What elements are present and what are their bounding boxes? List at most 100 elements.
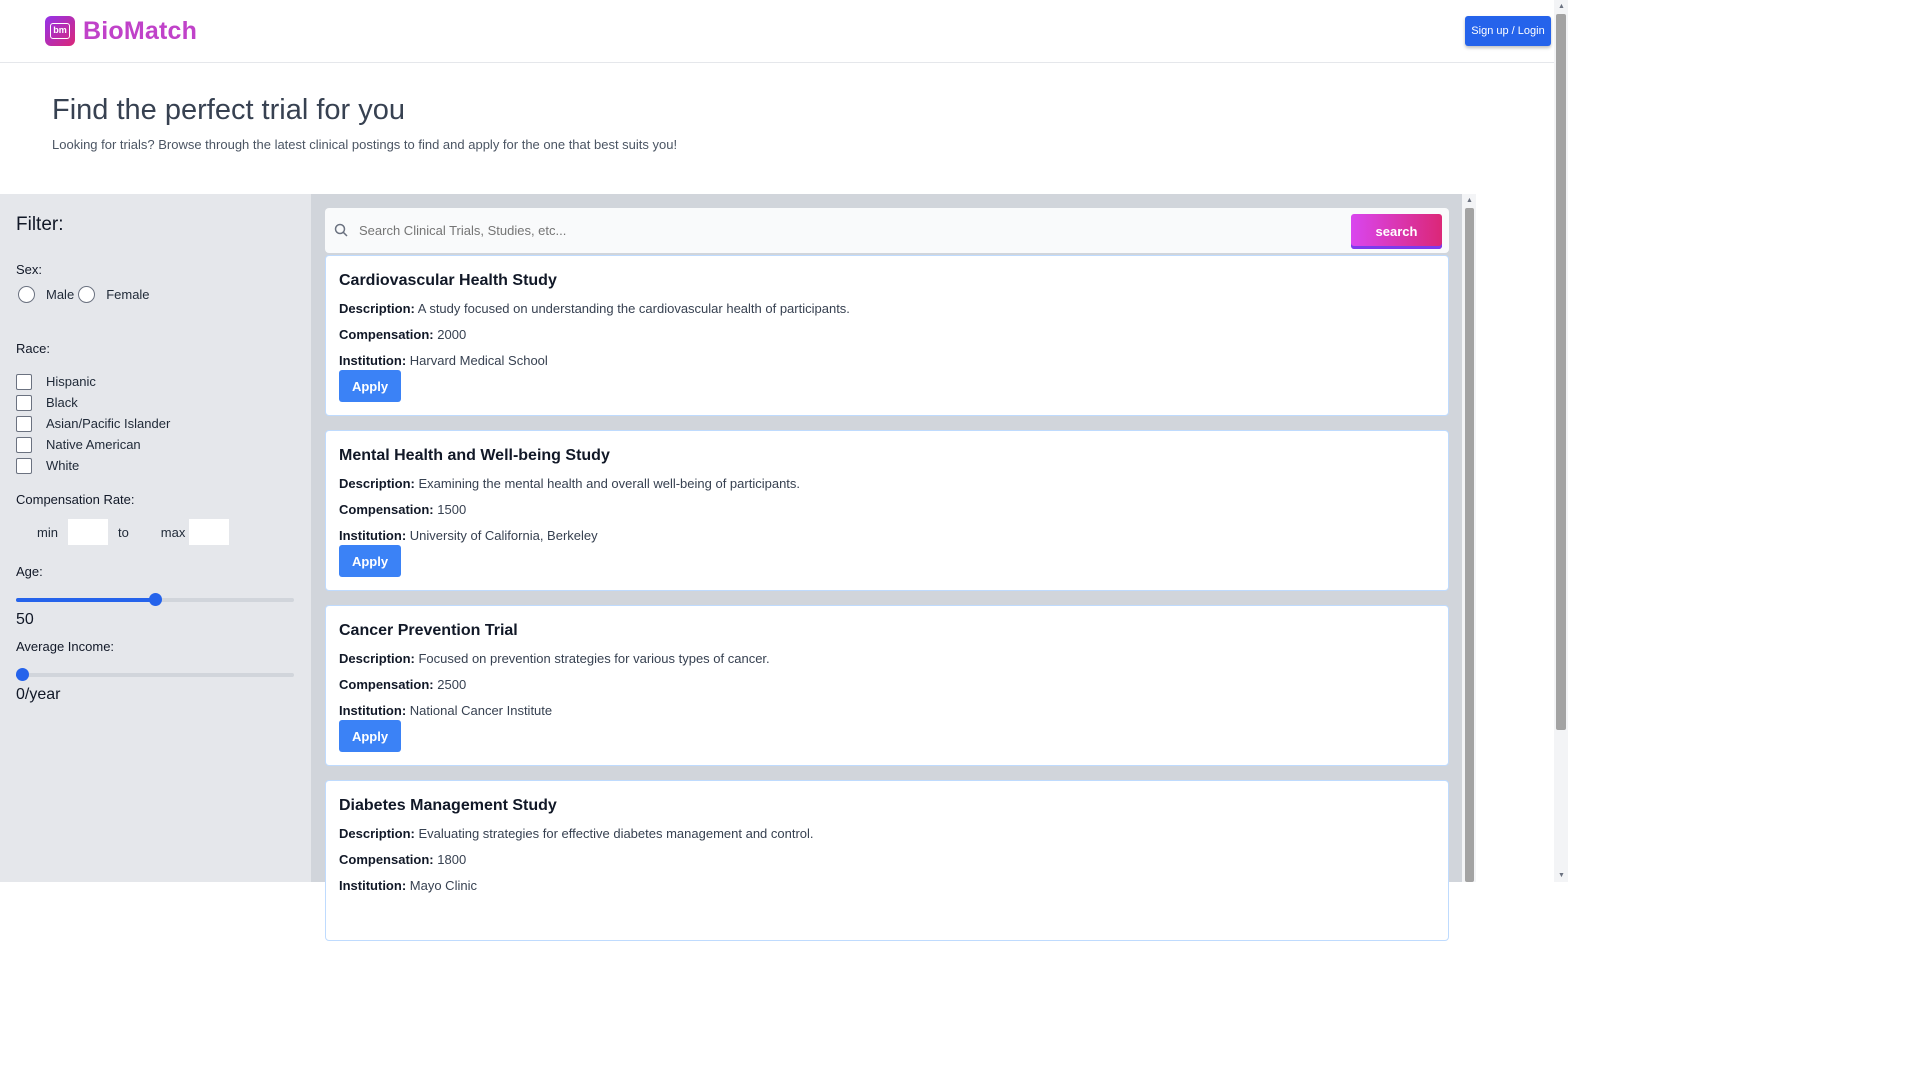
logo-icon: bm — [45, 16, 75, 46]
age-slider-thumb[interactable] — [149, 593, 162, 606]
trial-compensation: Compensation: 2500 — [339, 677, 466, 692]
race-option-white[interactable]: White — [16, 455, 170, 476]
age-slider-fill — [16, 598, 155, 602]
institution-value: Harvard Medical School — [409, 353, 548, 368]
apply-button[interactable]: Apply — [339, 545, 401, 577]
age-value: 50 — [16, 611, 34, 628]
search-bar: search — [325, 208, 1449, 253]
trial-compensation: Compensation: 2000 — [339, 327, 466, 342]
scroll-down-arrow-icon[interactable]: ▼ — [1558, 872, 1565, 879]
search-input[interactable] — [357, 208, 1337, 253]
compensation-label: Compensation: — [339, 327, 434, 342]
trial-description: Description: Evaluating strategies for e… — [339, 826, 814, 841]
trial-description: Description: A study focused on understa… — [339, 301, 850, 316]
apply-button[interactable]: Apply — [339, 720, 401, 752]
race-option-label: Native American — [46, 437, 141, 452]
logo-badge-text: bm — [50, 23, 70, 39]
institution-label: Institution: — [339, 703, 407, 718]
trial-list-panel: search Cardiovascular Health Study Descr… — [311, 194, 1462, 941]
list-scrollbar[interactable]: ▲ — [1462, 194, 1476, 882]
page-scrollbar[interactable]: ▲ ▼ — [1554, 0, 1568, 882]
female-radio[interactable] — [78, 286, 96, 303]
trial-title: Cardiovascular Health Study — [339, 272, 557, 289]
description-label: Description: — [339, 301, 415, 316]
institution-value: National Cancer Institute — [409, 703, 553, 718]
trial-description: Description: Examining the mental health… — [339, 476, 800, 491]
comp-min-input[interactable] — [67, 519, 108, 545]
institution-value: Mayo Clinic — [409, 878, 477, 893]
trial-card: Cardiovascular Health Study Description:… — [325, 255, 1449, 416]
trial-title: Diabetes Management Study — [339, 797, 557, 814]
race-option-label: Asian/Pacific Islander — [46, 416, 171, 431]
income-slider-thumb[interactable] — [16, 668, 29, 681]
trial-card: Mental Health and Well-being Study Descr… — [325, 430, 1449, 591]
race-option-asian-pacific-islander[interactable]: Asian/Pacific Islander — [16, 413, 170, 434]
male-radio[interactable] — [18, 286, 35, 303]
trial-institution: Institution: Harvard Medical School — [339, 353, 548, 368]
compensation-value: 1500 — [437, 502, 467, 517]
filter-sidebar: Filter: Sex: Male Female Race: Hispanic … — [0, 194, 311, 882]
trial-card: Cancer Prevention Trial Description: Foc… — [325, 605, 1449, 766]
race-option-native-american[interactable]: Native American — [16, 434, 170, 455]
race-checkbox[interactable] — [16, 415, 32, 432]
scroll-up-arrow-icon[interactable]: ▲ — [1558, 3, 1565, 10]
trial-institution: Institution: National Cancer Institute — [339, 703, 552, 718]
compensation-rate-label: Compensation Rate: — [16, 492, 135, 507]
description-label: Description: — [339, 651, 415, 666]
brand-name: BioMatch — [83, 16, 198, 45]
age-label: Age: — [16, 564, 43, 579]
income-value: 0/year — [16, 686, 61, 703]
description-label: Description: — [339, 826, 415, 841]
trial-institution: Institution: Mayo Clinic — [339, 878, 477, 893]
age-slider[interactable] — [16, 593, 294, 606]
compensation-value: 1800 — [437, 852, 467, 867]
description-value: Focused on prevention strategies for var… — [418, 651, 770, 666]
page-title: Find the perfect trial for you — [52, 94, 405, 126]
comp-max-input[interactable] — [189, 519, 230, 545]
sex-label: Sex: — [16, 262, 43, 277]
trial-compensation: Compensation: 1500 — [339, 502, 466, 517]
race-checkbox[interactable] — [16, 394, 32, 411]
filter-title: Filter: — [16, 214, 64, 235]
compensation-label: Compensation: — [339, 677, 434, 692]
scroll-up-arrow-icon[interactable]: ▲ — [1466, 197, 1473, 204]
male-radio-label: Male — [46, 287, 75, 302]
compensation-label: Compensation: — [339, 502, 434, 517]
list-scrollbar-thumb[interactable] — [1465, 208, 1474, 882]
institution-label: Institution: — [339, 878, 407, 893]
description-value: Evaluating strategies for effective diab… — [418, 826, 814, 841]
page-subtitle: Looking for trials? Browse through the l… — [52, 137, 678, 152]
average-income-label: Average Income: — [16, 639, 115, 654]
trial-compensation: Compensation: 1800 — [339, 852, 466, 867]
institution-label: Institution: — [339, 528, 407, 543]
description-value: A study focused on understanding the car… — [417, 301, 850, 316]
description-value: Examining the mental health and overall … — [418, 476, 801, 491]
race-checkbox[interactable] — [16, 436, 32, 453]
compensation-value: 2000 — [437, 327, 467, 342]
race-checkbox[interactable] — [16, 457, 32, 474]
race-option-label: Hispanic — [46, 374, 96, 389]
page-scrollbar-thumb[interactable] — [1556, 14, 1566, 730]
trial-card: Diabetes Management Study Description: E… — [325, 780, 1449, 941]
race-option-label: White — [46, 458, 80, 473]
comp-min-label: min — [37, 524, 58, 540]
compensation-label: Compensation: — [339, 852, 434, 867]
comp-to-label: to — [117, 524, 129, 540]
sex-radio-group: Male Female — [18, 286, 150, 303]
compensation-value: 2500 — [437, 677, 467, 692]
brand-logo[interactable]: bm BioMatch — [45, 16, 197, 46]
compensation-range: min to max — [37, 519, 230, 545]
search-button[interactable]: search — [1351, 214, 1442, 249]
race-option-label: Black — [46, 395, 78, 410]
income-slider[interactable] — [16, 668, 294, 681]
signup-login-button[interactable]: Sign up / Login — [1465, 16, 1551, 46]
trial-title: Mental Health and Well-being Study — [339, 447, 610, 464]
trial-institution: Institution: University of California, B… — [339, 528, 598, 543]
race-option-black[interactable]: Black — [16, 392, 170, 413]
trial-title: Cancer Prevention Trial — [339, 622, 518, 639]
apply-button[interactable]: Apply — [339, 370, 401, 402]
race-option-hispanic[interactable]: Hispanic — [16, 371, 170, 392]
institution-label: Institution: — [339, 353, 407, 368]
race-checkbox[interactable] — [16, 373, 32, 390]
description-label: Description: — [339, 476, 415, 491]
